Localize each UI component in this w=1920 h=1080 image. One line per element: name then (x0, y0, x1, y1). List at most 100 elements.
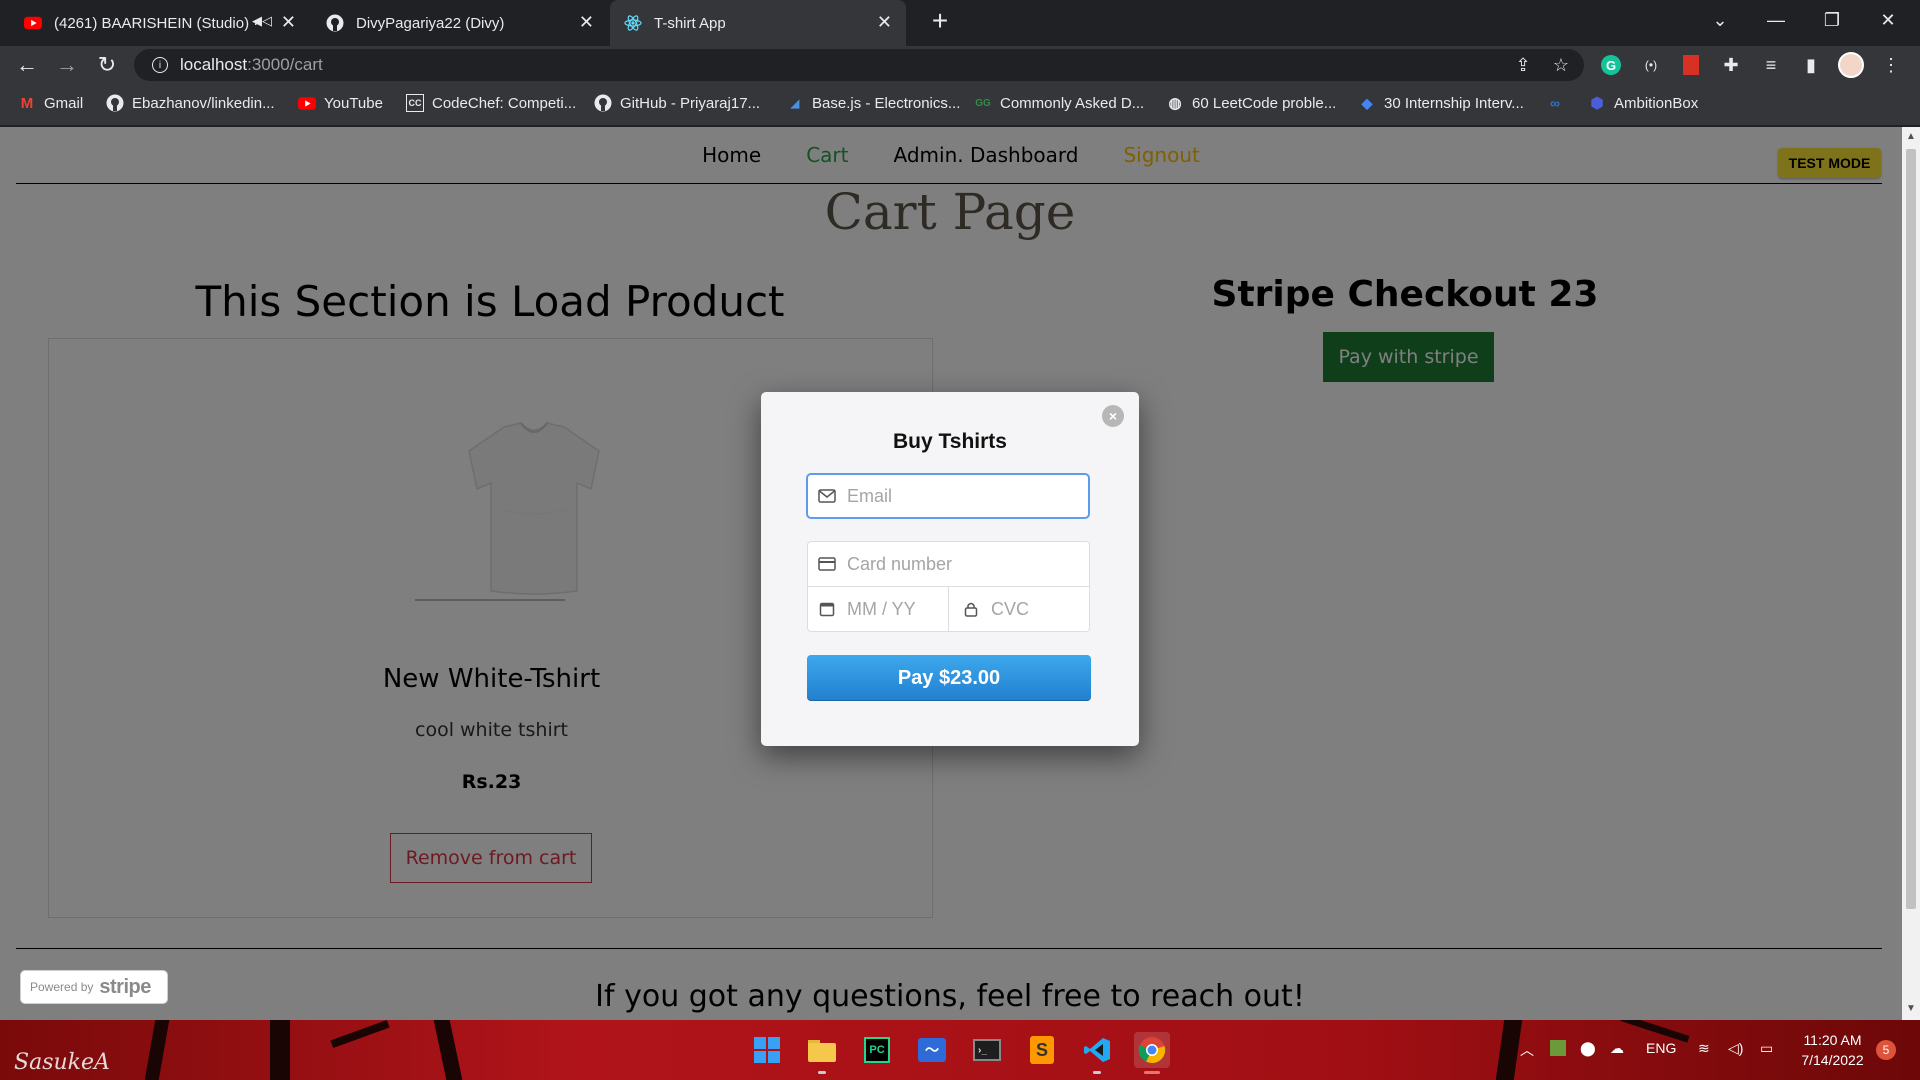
close-tab-icon[interactable]: ✕ (579, 12, 594, 33)
powered-by-stripe-badge[interactable]: Powered by stripe (20, 970, 168, 1004)
wallpaper-tree (270, 1020, 290, 1080)
card-details-group: Card number MM / YY CVC (807, 541, 1090, 632)
url-host: localhost (180, 55, 248, 74)
start-icon[interactable] (749, 1032, 785, 1068)
forward-icon[interactable]: → (52, 50, 82, 80)
scroll-down-icon[interactable]: ▼ (1906, 1003, 1916, 1014)
battery-icon[interactable]: ▭ (1760, 1040, 1773, 1057)
menu-icon[interactable]: ⋮ (1878, 52, 1904, 78)
page-scrollbar[interactable]: ▲ ▼ (1902, 127, 1920, 1020)
scroll-up-icon[interactable]: ▲ (1906, 131, 1916, 142)
side-panel-icon[interactable]: ▮ (1798, 52, 1824, 78)
mail-icon (817, 486, 837, 506)
red-extension-icon[interactable] (1678, 52, 1704, 78)
bookmark-label: Commonly Asked D... (1000, 94, 1145, 112)
bookmark-label: GitHub - Priyaraj17... (620, 94, 761, 112)
card-number-placeholder: Card number (847, 553, 953, 574)
tab-search-icon[interactable]: ⌄ (1692, 0, 1748, 40)
bookmark-leetcode[interactable]: ◍ 60 LeetCode proble... (1166, 94, 1336, 113)
url-path: :3000/cart (247, 55, 323, 74)
star-icon[interactable]: ☆ (1548, 52, 1574, 78)
puzzle-icon[interactable]: ✚ (1718, 52, 1744, 78)
bookmark-gmail[interactable]: M Gmail (18, 94, 83, 112)
extension-icon[interactable]: (•) (1638, 52, 1664, 78)
avatar[interactable] (1838, 52, 1864, 78)
bookmark-github-priyaraj[interactable]: GitHub - Priyaraj17... (594, 94, 760, 112)
file-explorer-icon[interactable] (804, 1032, 840, 1068)
new-tab-button[interactable]: + (924, 6, 956, 38)
tab-title: T-shirt App (654, 14, 726, 32)
calendar-icon (817, 599, 837, 619)
youtube-icon (24, 14, 42, 32)
close-icon[interactable]: × (1102, 405, 1124, 427)
lock-icon (961, 599, 981, 619)
bookmark-coursera[interactable]: ∞ (1546, 94, 1572, 112)
terminal-icon[interactable]: ›_ (969, 1032, 1005, 1068)
onedrive-icon[interactable]: ☁ (1610, 1040, 1624, 1057)
bookmark-label: CodeChef: Competi... (432, 94, 577, 112)
grammarly-icon[interactable]: G (1598, 52, 1624, 78)
globe-icon: ◍ (1168, 95, 1182, 112)
pycharm-icon[interactable]: PC (859, 1032, 895, 1068)
bookmark-ambitionbox[interactable]: ⬢ AmbitionBox (1588, 94, 1698, 113)
gmail-icon: M (20, 94, 34, 112)
tab-youtube[interactable]: (4261) BAARISHEIN (Studio) · ◀◁ ✕ (10, 0, 310, 46)
nvidia-tray-icon[interactable] (1550, 1040, 1566, 1059)
clock[interactable]: 11:20 AM 7/14/2022 (1795, 1030, 1870, 1070)
language-indicator[interactable]: ENG (1646, 1040, 1676, 1056)
close-window-button[interactable]: ✕ (1860, 0, 1916, 40)
sublime-icon[interactable]: S (1024, 1032, 1060, 1068)
chrome-icon[interactable] (1134, 1032, 1170, 1068)
pay-button[interactable]: Pay $23.00 (807, 655, 1091, 701)
close-tab-icon[interactable]: ✕ (877, 12, 892, 33)
stripe-logo: stripe (99, 975, 151, 998)
running-indicator (1093, 1071, 1101, 1074)
youtube-icon (298, 94, 316, 112)
github-icon (326, 14, 344, 32)
minimize-button[interactable]: — (1748, 0, 1804, 40)
restore-button[interactable]: ❐ (1804, 0, 1860, 40)
bookmark-icon: ◆ (1361, 94, 1373, 111)
speaker-icon[interactable]: ◀◁ (252, 13, 272, 29)
close-tab-icon[interactable]: ✕ (281, 12, 296, 33)
volume-icon[interactable]: ◁) (1728, 1040, 1743, 1057)
bookmark-youtube[interactable]: YouTube (298, 94, 383, 112)
media-control-icon[interactable]: ≡ (1758, 52, 1784, 78)
wallpaper-branch (330, 1020, 390, 1049)
bookmark-label: Base.js - Electronics... (812, 94, 961, 112)
email-field[interactable]: Email (806, 473, 1090, 519)
running-indicator (818, 1071, 826, 1074)
clock-time: 11:20 AM (1803, 1032, 1862, 1048)
card-number-field[interactable]: Card number (808, 542, 1089, 587)
vscode-icon[interactable] (1079, 1032, 1115, 1068)
wallpaper-tree (1495, 1020, 1523, 1080)
tab-title: (4261) BAARISHEIN (Studio) · (54, 14, 259, 32)
address-bar[interactable]: i localhost:3000/cart (134, 49, 1584, 81)
bookmark-label: Ebazhanov/linkedin... (132, 94, 275, 112)
expiry-field[interactable]: MM / YY (808, 587, 949, 631)
bookmark-linkedin-repo[interactable]: Ebazhanov/linkedin... (106, 94, 275, 112)
share-icon[interactable]: ⇪ (1510, 52, 1536, 78)
bookmark-gfg[interactable]: GG Commonly Asked D... (974, 94, 1144, 112)
tray-app-icon[interactable]: ⬤ (1580, 1040, 1596, 1057)
bookmark-basejs[interactable]: ◢ Base.js - Electronics... (786, 94, 961, 112)
notification-badge[interactable]: 5 (1876, 1040, 1896, 1060)
reload-icon[interactable]: ↻ (92, 50, 122, 80)
whiteboard-icon[interactable]: 〜 (914, 1032, 950, 1068)
show-hidden-icons[interactable]: ︿ (1520, 1040, 1534, 1060)
powered-by-label: Powered by (30, 980, 94, 994)
bookmarks-bar: M Gmail Ebazhanov/linkedin... YouTube CC C… (0, 84, 1920, 126)
scrollbar-thumb[interactable] (1906, 149, 1916, 909)
basejs-icon: ◢ (790, 97, 800, 110)
cvc-field[interactable]: CVC (949, 587, 1089, 631)
tab-tshirt-app[interactable]: T-shirt App ✕ (610, 0, 906, 46)
active-indicator (1144, 1071, 1160, 1074)
tab-github[interactable]: DivyPagariya22 (Divy) ✕ (312, 0, 608, 46)
bookmark-internship[interactable]: ◆ 30 Internship Interv... (1358, 94, 1524, 112)
back-icon[interactable]: ← (12, 50, 42, 80)
bookmark-codechef[interactable]: CC CodeChef: Competi... (406, 94, 576, 112)
browser-tab-strip: (4261) BAARISHEIN (Studio) · ◀◁ ✕ DivyPa… (0, 0, 1920, 46)
site-info-icon[interactable]: i (152, 57, 168, 73)
cvc-placeholder: CVC (991, 598, 1030, 619)
wifi-icon[interactable]: ≋ (1698, 1040, 1710, 1057)
